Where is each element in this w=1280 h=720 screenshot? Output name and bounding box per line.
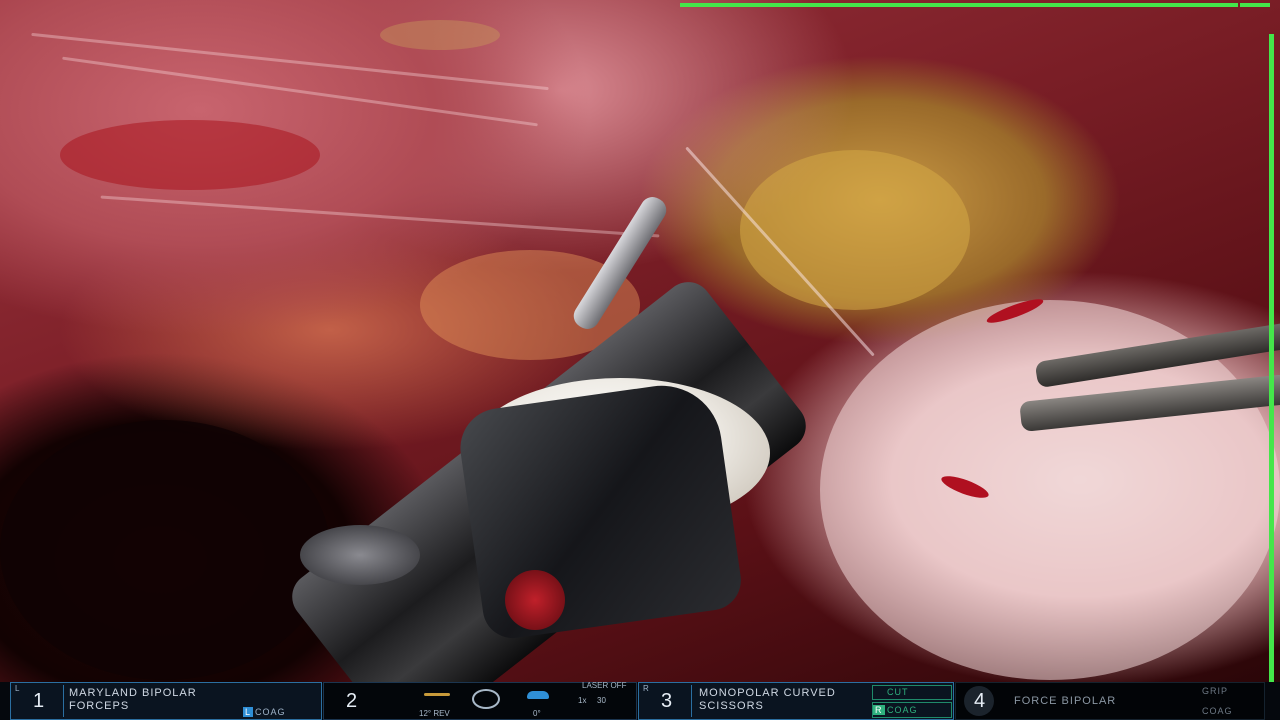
camera-angle: 0° [533,709,541,718]
arm-number: 3 [661,690,673,712]
laser-status: LASER OFF [582,681,627,690]
instrument-status-bar: L 1 MARYLAND BIPOLAR FORCEPS L COAG 2 LA… [0,681,1280,720]
tissue-fibre [100,195,660,238]
cut-label: CUT [887,687,909,697]
instrument-name: FORCE BIPOLAR [1014,695,1117,707]
dark-cavity [0,420,330,680]
coag-label: COAG [887,705,918,715]
instrument-name-line2: SCISSORS [699,700,764,712]
arm-number: 4 [974,690,986,712]
active-indicator-bar-end [1240,3,1270,7]
instrument-name-line2: FORCEPS [69,700,130,712]
arm-position-label: L [15,684,20,693]
pedal-indicator: R [873,705,885,715]
camera-zoom: 1x [578,696,587,705]
coag-button[interactable]: R COAG [872,702,952,718]
arm-number: 2 [346,690,358,712]
divider [691,685,692,717]
arm-4-slot[interactable]: 4 FORCE BIPOLAR GRIP COAG [955,682,1265,720]
endoscope-video [0,0,1280,682]
arm-number: 1 [33,690,45,712]
coag-label: COAG [255,707,286,717]
side-indicator-bar [1269,34,1274,684]
coag-label: COAG [1202,706,1233,716]
pedal-indicator: L [243,707,254,717]
cut-button[interactable]: CUT [872,685,952,700]
arm-3-slot[interactable]: R 3 MONOPOLAR CURVED SCISSORS CUT R COAG [638,682,954,720]
arm-position-label: R [643,684,649,693]
camera-rev: 12° REV [419,709,450,718]
scissors-wrist [455,378,745,642]
instrument-blood-spot [505,570,565,630]
scope-icon [472,689,500,709]
fat-tissue [740,150,970,310]
fat-tissue [380,20,500,50]
arm-1-slot[interactable]: L 1 MARYLAND BIPOLAR FORCEPS L COAG [10,682,322,720]
tissue-fibre [62,56,538,127]
instrument-joint [300,525,420,585]
rev-icon [424,693,450,696]
blood-pool [60,120,320,190]
angle-icon [527,691,549,699]
arm-2-camera-slot[interactable]: 2 LASER OFF 12° REV 0° 1x 30 [323,681,637,720]
grip-label: GRIP [1202,686,1229,696]
divider [63,685,64,717]
active-indicator-bar [680,3,1238,7]
instrument-name: MARYLAND BIPOLAR [69,687,197,699]
camera-scale: 30 [597,696,606,705]
instrument-name: MONOPOLAR CURVED [699,687,836,699]
